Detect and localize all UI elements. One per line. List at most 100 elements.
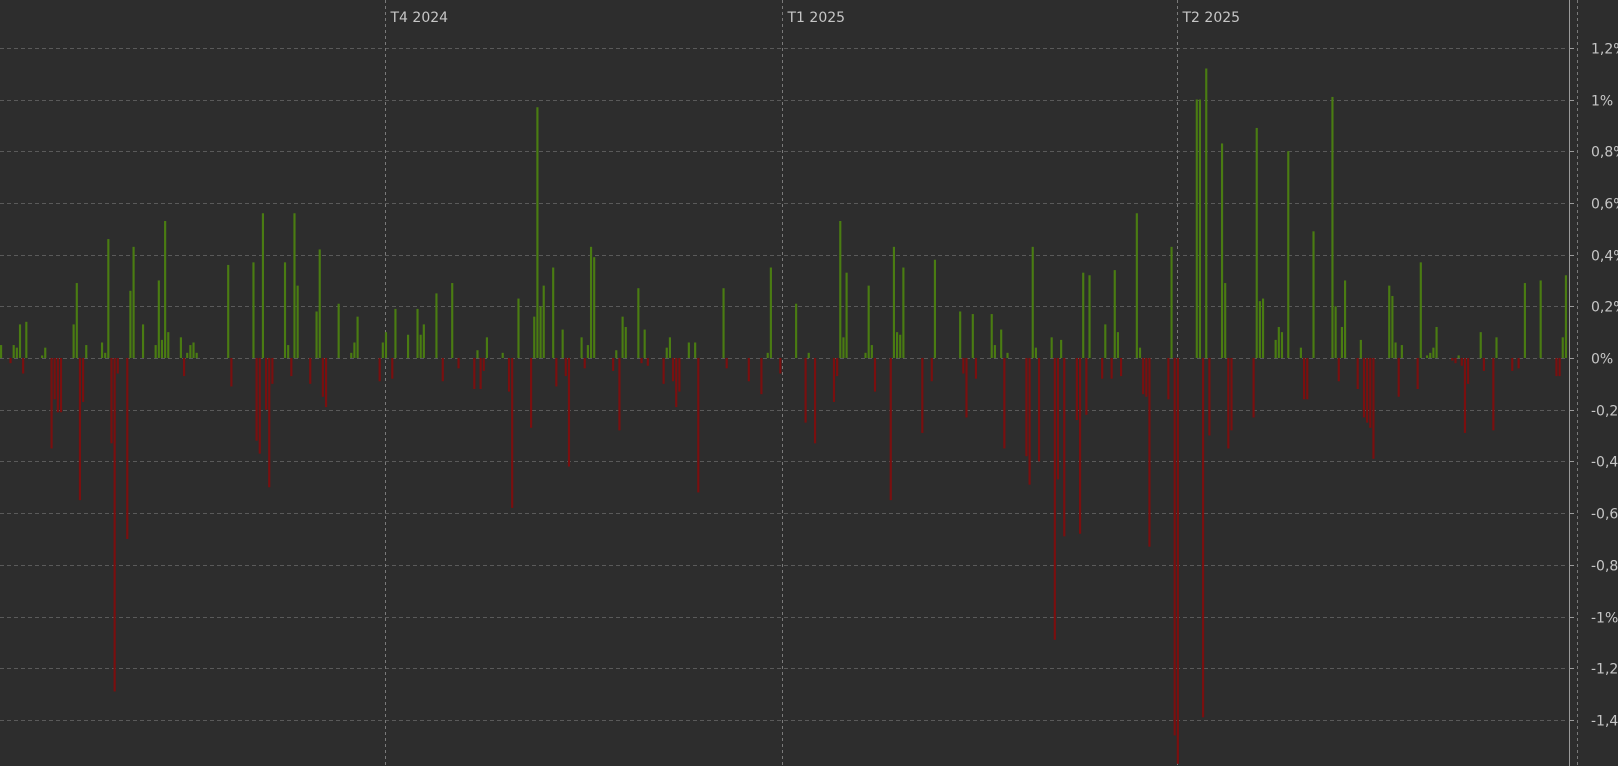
bar-positive <box>15 347 18 358</box>
bar-positive <box>1261 298 1265 359</box>
bar-negative <box>804 358 807 423</box>
bar-negative <box>1372 358 1375 459</box>
bar-negative <box>930 358 933 382</box>
bar-chart: 1,2% 1% 0,8% 0,6% 0,4% 0,2% 0% -0,2% -0,4% -0,6% -… <box>0 0 1618 766</box>
bar-negative <box>110 358 113 444</box>
bar-negative <box>1025 358 1028 457</box>
bar-negative <box>321 358 324 397</box>
bar-positive <box>167 332 170 358</box>
y-tick-label: -1,4% <box>1591 714 1618 730</box>
bar-negative <box>583 358 586 369</box>
chart-canvas: 1,2% 1% 0,8% 0,6% 0,4% 0,2% 0% -0,2% -0,4% -0,6% -… <box>0 0 1618 766</box>
bar-positive <box>1419 262 1422 358</box>
bar-negative <box>1517 358 1520 369</box>
bar-negative <box>1028 358 1031 485</box>
y-tick-label: 0,8% <box>1591 145 1618 161</box>
bar-positive <box>1280 332 1284 358</box>
bar-negative <box>22 358 25 374</box>
bar-negative <box>1085 358 1088 415</box>
bar-positive <box>1224 283 1227 358</box>
bar-positive <box>1050 337 1053 358</box>
bar-positive <box>864 352 867 358</box>
bar-positive <box>892 246 895 358</box>
bar-positive <box>637 288 640 358</box>
bar-positive <box>1006 352 1009 358</box>
bar-positive <box>296 285 299 358</box>
bar-negative <box>921 358 924 433</box>
bar-negative <box>324 358 328 408</box>
bar-negative <box>56 358 59 413</box>
grid-layer <box>0 0 1578 766</box>
bar-positive <box>586 345 589 358</box>
bar-negative <box>662 358 665 384</box>
bar-negative <box>618 358 621 431</box>
bar-negative <box>567 358 571 467</box>
bar-negative <box>1176 358 1179 764</box>
period-label: T4 2024 <box>390 10 449 26</box>
bar-positive <box>561 329 564 358</box>
bar-negative <box>1369 358 1372 428</box>
bar-negative <box>1202 358 1205 718</box>
bar-negative <box>59 358 63 413</box>
bar-positive <box>1287 151 1290 358</box>
bar-positive <box>517 298 520 359</box>
bar-positive <box>1561 337 1564 358</box>
bar-positive <box>501 352 504 358</box>
bar-negative <box>1056 358 1060 480</box>
bar-positive <box>1000 329 1003 358</box>
bar-positive <box>542 285 545 358</box>
bar-positive <box>1205 68 1208 358</box>
bar-positive <box>867 285 870 358</box>
bar-positive <box>1135 213 1138 358</box>
bar-positive <box>990 314 993 359</box>
y-tick-label: 0,6% <box>1591 197 1618 213</box>
bar-positive <box>75 283 78 358</box>
bar-positive <box>261 213 265 358</box>
bar-negative <box>760 358 763 395</box>
bar-negative <box>1451 358 1454 361</box>
bar-positive <box>1220 143 1224 358</box>
bar-positive <box>381 342 384 358</box>
bar-negative <box>672 358 675 382</box>
bar-positive <box>189 345 192 358</box>
bar-positive <box>356 316 359 358</box>
bar-positive <box>419 334 422 359</box>
bar-positive <box>839 221 842 358</box>
bar-positive <box>1138 347 1142 358</box>
bar-negative <box>1416 358 1419 390</box>
bar-positive <box>100 342 104 358</box>
bar-negative <box>271 358 274 384</box>
bar-negative <box>813 358 817 444</box>
bars-layer <box>0 68 1567 764</box>
bar-positive <box>1113 270 1116 358</box>
bar-positive <box>1060 339 1063 358</box>
bar-negative <box>873 358 877 392</box>
bar-negative <box>675 358 678 408</box>
bar-negative <box>725 358 728 369</box>
bar-negative <box>1145 358 1148 397</box>
bar-positive <box>1523 283 1526 358</box>
bar-negative <box>646 358 649 366</box>
bar-positive <box>104 352 107 358</box>
bar-negative <box>1302 358 1306 400</box>
bar-negative <box>258 358 261 454</box>
y-tick-label: 1,2% <box>1591 42 1618 58</box>
bar-positive <box>141 324 145 358</box>
bar-positive <box>1031 246 1034 358</box>
bar-positive <box>959 311 962 358</box>
bar-negative <box>1101 358 1104 379</box>
bar-negative <box>1492 358 1495 431</box>
bar-negative <box>78 358 82 501</box>
bar-positive <box>318 249 321 358</box>
y-tick-label: -0,6% <box>1591 507 1618 523</box>
bar-positive <box>1195 99 1198 358</box>
bar-negative <box>230 358 233 387</box>
bar-positive <box>0 345 3 358</box>
bar-positive <box>1274 339 1277 358</box>
bar-positive <box>422 324 425 358</box>
bar-negative <box>378 358 381 382</box>
bar-negative <box>1558 358 1561 377</box>
bar-negative <box>255 358 258 441</box>
bar-positive <box>164 221 167 358</box>
bar-positive <box>1255 127 1258 358</box>
